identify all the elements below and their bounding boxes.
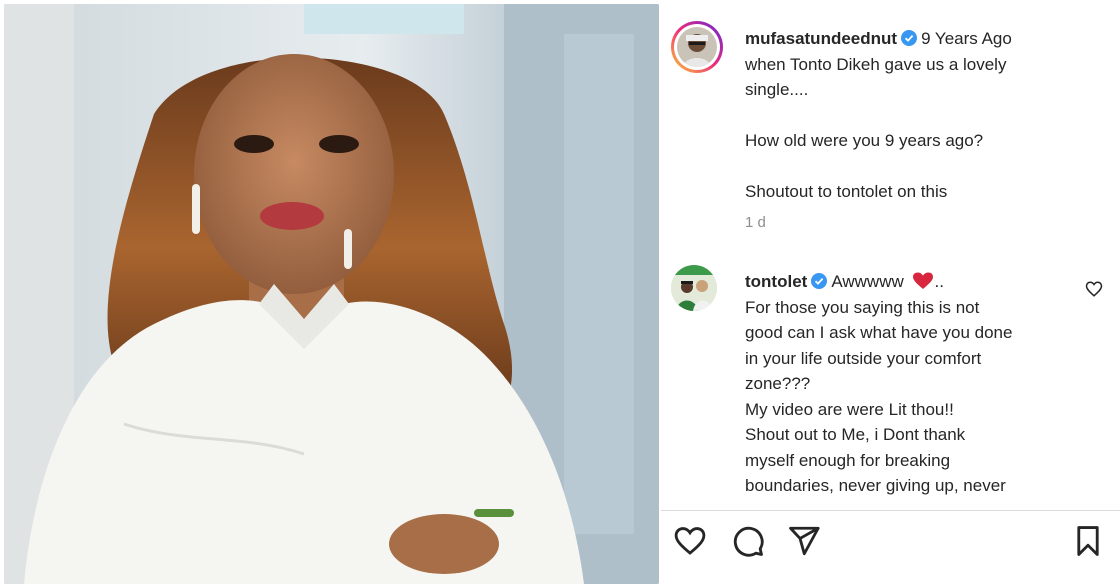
share-button[interactable] [787,524,821,563]
red-heart-emoji [913,272,934,289]
comment-after-heart: .. [934,272,944,291]
verified-badge-icon [901,30,918,46]
caption-line: single.... [745,80,809,99]
comment-first-text: Awwwww [831,272,904,291]
caption-blank-line [745,154,1075,180]
comment-line: in your life outside your comfort [745,348,982,368]
instagram-post-screenshot: mufasatundeednut 9 Years Ago when Tonto D… [0,0,1120,588]
commenter-username[interactable]: tontolet [745,272,807,291]
comment-button[interactable] [731,524,765,563]
post-author-username[interactable]: mufasatundeednut [745,29,897,48]
heart-icon [674,527,706,555]
comment-line: For those you saying this is not [745,297,980,317]
verified-badge-icon [811,273,828,289]
comment-line: good can I ask what have you done [745,323,1013,342]
commenter-avatar[interactable] [671,265,717,311]
bookmark-icon [1077,526,1099,556]
commenter-avatar-image [671,265,717,311]
post-photo-image [4,4,659,584]
caption-blank-line [745,103,1075,129]
comment-icon [733,526,764,557]
comment-like-button[interactable] [1085,280,1103,303]
send-icon [789,526,820,556]
caption-line: Shoutout to tontolet on this [745,182,948,201]
save-button[interactable] [1071,524,1105,563]
action-bar [661,524,1120,570]
caption-line: How old were you 9 years ago? [745,131,984,150]
caption-line: 9 Years Ago [921,29,1012,48]
post-caption: mufasatundeednut 9 Years Ago when Tonto D… [745,26,1075,205]
post-photo[interactable] [4,4,659,584]
post-timestamp[interactable]: 1 d [745,214,766,231]
comment-line: My video are were Lit thou!! [745,399,954,419]
divider [661,510,1120,511]
like-button[interactable] [673,524,707,563]
caption-line: when Tonto Dikeh gave us a lovely [745,54,1007,74]
author-avatar[interactable] [671,21,723,73]
comment: tontolet Awwwww .. For those you saying t… [745,269,1075,499]
comment-line: Shout out to Me, i Dont thank [745,425,966,444]
author-avatar-image [677,27,717,67]
post-details-panel: mufasatundeednut 9 Years Ago when Tonto D… [661,0,1120,588]
comment-line: myself enough for breaking [745,450,951,470]
small-heart-icon [1085,281,1103,297]
comment-line: boundaries, never giving up, never [745,476,1006,495]
comment-line: zone??? [745,374,811,393]
